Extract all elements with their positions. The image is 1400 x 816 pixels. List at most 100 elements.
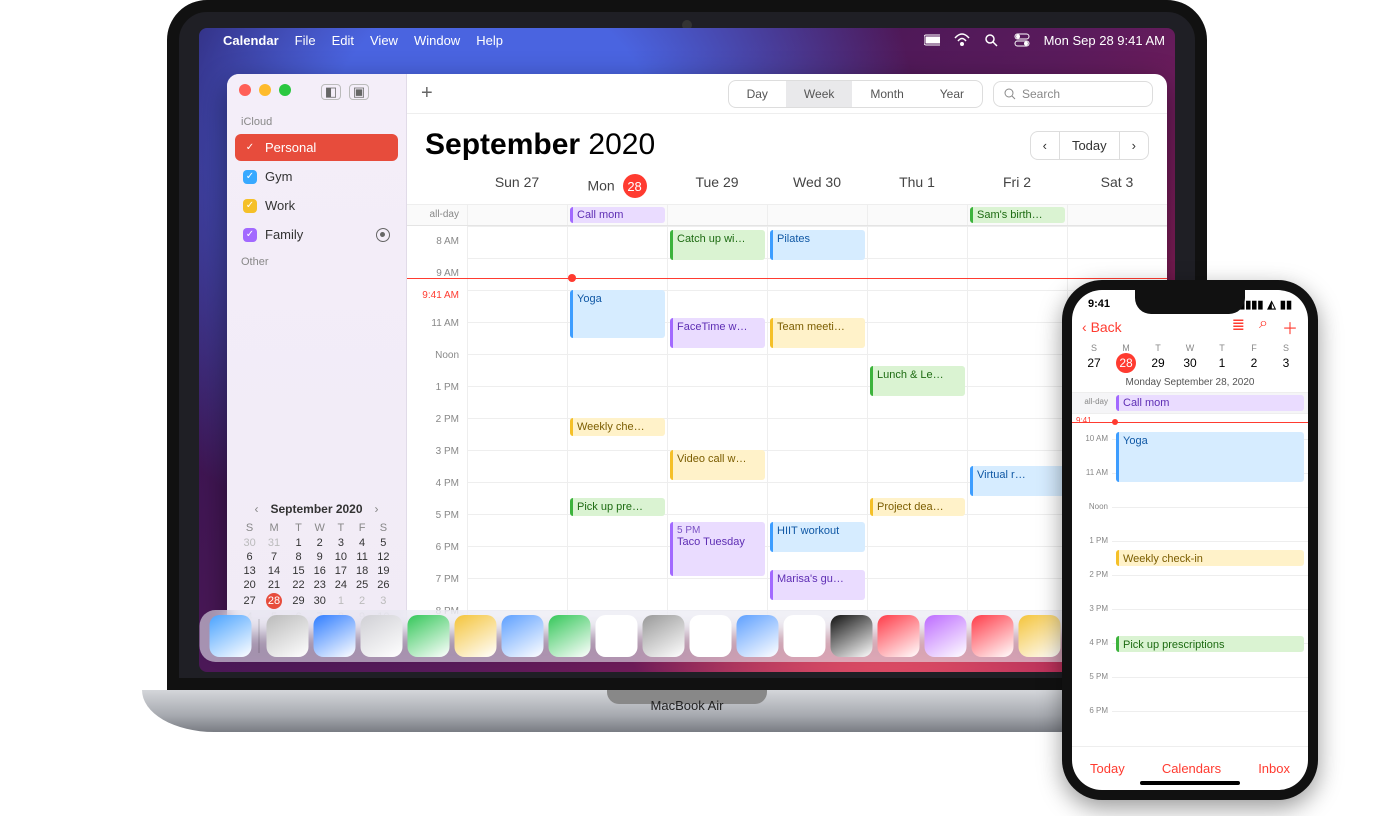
tab-today[interactable]: Today: [1090, 761, 1125, 776]
add-event-button[interactable]: +: [421, 82, 433, 105]
day-column[interactable]: [467, 226, 567, 634]
wifi-icon[interactable]: [954, 33, 970, 47]
week-day[interactable]: 30: [1174, 353, 1206, 373]
all-day-event[interactable]: Sam's birth…: [970, 207, 1065, 223]
mini-day[interactable]: 21: [260, 578, 288, 592]
event[interactable]: Video call w…: [670, 450, 765, 480]
week-day[interactable]: 3: [1270, 353, 1302, 373]
day-header[interactable]: Mon 28: [567, 168, 667, 204]
menu-view[interactable]: View: [370, 33, 398, 48]
mini-day[interactable]: 16: [309, 564, 330, 578]
day-column[interactable]: YogaWeekly che…Pick up pre…: [567, 226, 667, 634]
day-grid[interactable]: 9:41 10 AM11 AMNoon1 PM2 PM3 PM4 PM5 PM6…: [1072, 414, 1308, 734]
home-indicator[interactable]: [1140, 781, 1240, 785]
week-grid[interactable]: 8 AM9 AM9:41 AM11 AMNoon1 PM2 PM3 PM4 PM…: [407, 226, 1167, 634]
app-name[interactable]: Calendar: [223, 33, 279, 48]
dock-app[interactable]: [455, 615, 497, 657]
event[interactable]: Project dea…: [870, 498, 965, 516]
event[interactable]: FaceTime w…: [670, 318, 765, 348]
week-day[interactable]: 28: [1110, 353, 1142, 373]
mini-day[interactable]: 12: [373, 550, 394, 564]
day-header[interactable]: Wed 30: [767, 168, 867, 204]
mini-day[interactable]: 14: [260, 564, 288, 578]
day-header[interactable]: Sat 3: [1067, 168, 1167, 204]
view-day[interactable]: Day: [729, 81, 786, 107]
event[interactable]: Pick up pre…: [570, 498, 665, 516]
mini-day[interactable]: 22: [288, 578, 309, 592]
mini-day[interactable]: 15: [288, 564, 309, 578]
dock-app[interactable]: [210, 615, 252, 657]
week-day[interactable]: 27: [1078, 353, 1110, 373]
dock-app[interactable]: [643, 615, 685, 657]
mini-day[interactable]: 3: [330, 536, 351, 550]
mini-day[interactable]: 5: [373, 536, 394, 550]
day-column[interactable]: Catch up wi…FaceTime w…Video call w…5 PM…: [667, 226, 767, 634]
mini-day[interactable]: 30: [309, 592, 330, 610]
mini-next-icon[interactable]: ›: [369, 502, 385, 516]
mini-day[interactable]: 19: [373, 564, 394, 578]
tab-inbox[interactable]: Inbox: [1258, 761, 1290, 776]
dock-app[interactable]: [408, 615, 450, 657]
mini-day[interactable]: 18: [352, 564, 373, 578]
sidebar-calendar-personal[interactable]: ✓Personal: [235, 134, 398, 161]
event[interactable]: Team meeti…: [770, 318, 865, 348]
mini-day[interactable]: 26: [373, 578, 394, 592]
mini-day[interactable]: 2: [352, 592, 373, 610]
battery-icon[interactable]: [924, 33, 940, 47]
dock-app[interactable]: [1019, 615, 1061, 657]
sidebar-calendar-family[interactable]: ✓Family: [235, 221, 398, 248]
mini-prev-icon[interactable]: ‹: [248, 502, 264, 516]
menu-help[interactable]: Help: [476, 33, 503, 48]
sidebar-calendar-gym[interactable]: ✓Gym: [235, 163, 398, 190]
mini-day[interactable]: 1: [330, 592, 351, 610]
dock-app[interactable]: [831, 615, 873, 657]
mini-day[interactable]: 2: [309, 536, 330, 550]
mini-day[interactable]: 10: [330, 550, 351, 564]
menubar-clock[interactable]: Mon Sep 28 9:41 AM: [1044, 33, 1165, 48]
inbox-icon[interactable]: ▣: [349, 84, 369, 100]
event[interactable]: Weekly che…: [570, 418, 665, 436]
dock-app[interactable]: [737, 615, 779, 657]
all-day-event[interactable]: Call mom: [1116, 395, 1304, 411]
mini-day[interactable]: 17: [330, 564, 351, 578]
mini-day[interactable]: 28: [260, 592, 288, 610]
dock-app[interactable]: [361, 615, 403, 657]
mini-day[interactable]: 27: [239, 592, 260, 610]
mini-day[interactable]: 3: [373, 592, 394, 610]
sidebar-calendar-work[interactable]: ✓Work: [235, 192, 398, 219]
view-week[interactable]: Week: [786, 81, 852, 107]
mini-day[interactable]: 31: [260, 536, 288, 550]
event[interactable]: Catch up wi…: [670, 230, 765, 260]
event[interactable]: Yoga: [1116, 432, 1304, 482]
mini-day[interactable]: 23: [309, 578, 330, 592]
week-day[interactable]: 2: [1238, 353, 1270, 373]
mini-day[interactable]: 8: [288, 550, 309, 564]
mini-day[interactable]: 20: [239, 578, 260, 592]
prev-week-button[interactable]: ‹: [1031, 132, 1059, 159]
event[interactable]: Lunch & Le…: [870, 366, 965, 396]
day-header[interactable]: Thu 1: [867, 168, 967, 204]
event[interactable]: HIIT workout: [770, 522, 865, 552]
mini-day[interactable]: 9: [309, 550, 330, 564]
search-field[interactable]: Search: [993, 81, 1153, 107]
mini-day[interactable]: 11: [352, 550, 373, 564]
day-header[interactable]: Fri 2: [967, 168, 1067, 204]
mini-day[interactable]: 7: [260, 550, 288, 564]
mini-day[interactable]: 29: [288, 592, 309, 610]
control-center-icon[interactable]: [1014, 33, 1030, 47]
dock-app[interactable]: [925, 615, 967, 657]
day-header[interactable]: Tue 29: [667, 168, 767, 204]
search-icon[interactable]: ⌕: [1259, 315, 1268, 339]
dock-app[interactable]: [972, 615, 1014, 657]
add-event-button[interactable]: ＋: [1282, 315, 1298, 339]
day-header[interactable]: Sun 27: [467, 168, 567, 204]
day-column[interactable]: PilatesTeam meeti…HIIT workoutMarisa's g…: [767, 226, 867, 634]
mini-day[interactable]: 25: [352, 578, 373, 592]
menu-window[interactable]: Window: [414, 33, 460, 48]
dock-app[interactable]: [784, 615, 826, 657]
week-day[interactable]: 29: [1142, 353, 1174, 373]
view-year[interactable]: Year: [922, 81, 982, 107]
spotlight-icon[interactable]: [984, 33, 1000, 47]
mini-day[interactable]: 13: [239, 564, 260, 578]
zoom-button[interactable]: [279, 84, 291, 96]
